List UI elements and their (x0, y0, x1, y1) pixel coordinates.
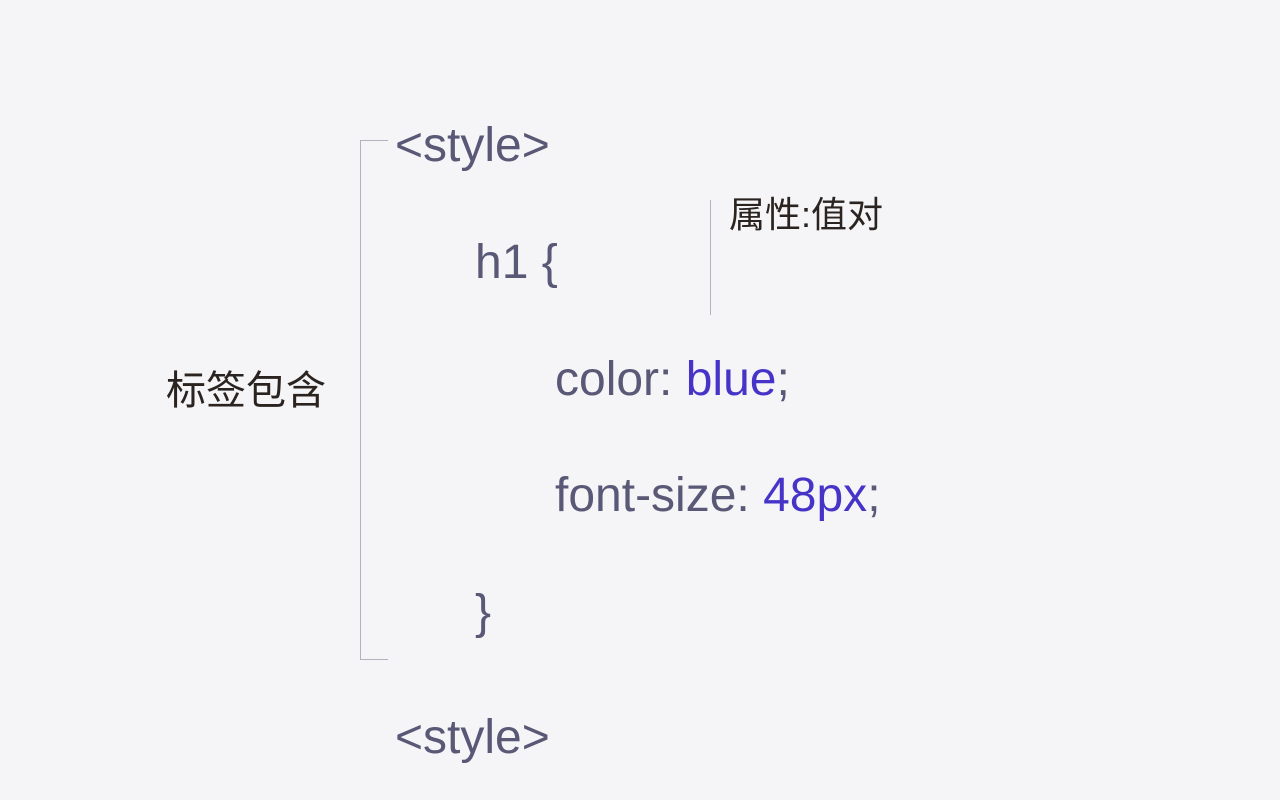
bracket-left-icon (360, 140, 388, 660)
code-close-brace: } (395, 575, 881, 652)
decl2-property: font-size: (555, 469, 750, 522)
diagram-canvas: 标签包含 属性:值对 <style> h1 { color: blue; fon… (0, 0, 1280, 800)
code-close-tag: <style> (395, 700, 881, 777)
code-declaration-2: font-size: 48px; (395, 458, 881, 535)
code-declaration-1: color: blue; (395, 342, 881, 419)
decl2-value: 48px (763, 469, 867, 522)
decl2-semicolon: ; (867, 469, 880, 522)
tag-contains-label: 标签包含 (166, 358, 326, 416)
decl1-semicolon: ; (776, 353, 789, 406)
code-block: <style> h1 { color: blue; font-size: 48p… (395, 108, 881, 777)
decl1-value: blue (686, 353, 777, 406)
code-open-tag: <style> (395, 108, 881, 185)
code-selector: h1 { (395, 225, 881, 302)
decl1-property: color: (555, 353, 672, 406)
